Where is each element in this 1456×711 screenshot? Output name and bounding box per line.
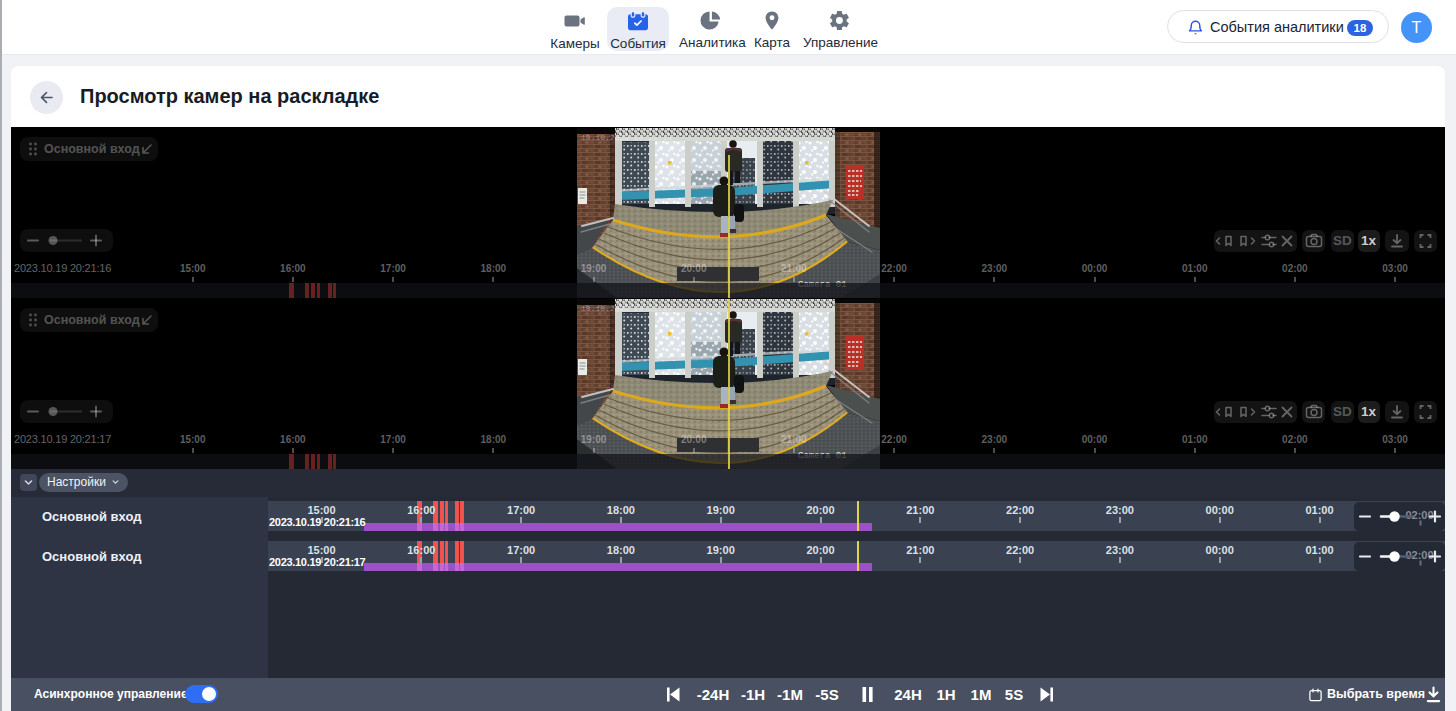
svg-text:02:00: 02:00 (1405, 509, 1433, 521)
svg-text:02:00: 02:00 (1405, 549, 1433, 561)
